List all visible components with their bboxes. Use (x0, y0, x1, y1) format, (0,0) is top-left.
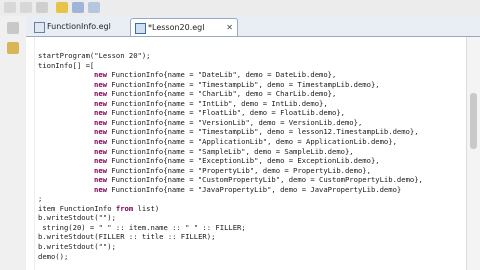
scrollbar-thumb[interactable] (470, 93, 477, 149)
view-strip (0, 16, 27, 270)
code-line: new FunctionInfo{name = "TimestampLib", … (94, 79, 380, 89)
code-line: new FunctionInfo{name = "ExceptionLib", … (94, 156, 380, 165)
code-line: new FunctionInfo{name = "IntLib", demo =… (94, 98, 328, 108)
previous-annotation-icon[interactable] (88, 2, 100, 13)
code-line: tionInfo[] =[ (38, 60, 95, 70)
vertical-scrollbar[interactable] (466, 37, 480, 270)
restore-view-icon[interactable] (7, 22, 19, 34)
code-line: new FunctionInfo{name = "CustomPropertyL… (94, 175, 423, 185)
code-line: new FunctionInfo{name = "CharLib", demo … (94, 89, 337, 99)
code-line: new FunctionInfo{name = "TimestampLib", … (94, 127, 419, 137)
code-line: new FunctionInfo{name = "PropertyLib", d… (94, 165, 371, 175)
code-line: ; (38, 194, 43, 204)
egl-file-icon (34, 22, 45, 33)
history-icon[interactable] (36, 2, 48, 13)
forward-icon[interactable] (20, 2, 32, 13)
code-line: b.writeStdout(""); (38, 242, 116, 251)
code-line: new FunctionInfo{name = "JavaPropertyLib… (94, 184, 402, 194)
toolbar (0, 0, 480, 17)
package-explorer-icon[interactable] (7, 42, 19, 54)
code-line: new FunctionInfo{name = "VersionLib", de… (94, 117, 363, 127)
editor-gutter (26, 37, 35, 270)
code-line: new FunctionInfo{name = "SampleLib", dem… (94, 146, 354, 156)
egl-file-icon (135, 23, 146, 34)
code-line: startProgram("Lesson 20"); (38, 51, 151, 60)
code-line: string(20) = " " :: item.name :: " " :: … (38, 222, 246, 232)
code-line: b.writeStdout(""); (38, 213, 116, 223)
code-line: new FunctionInfo{name = "ApplicationLib"… (94, 136, 397, 146)
close-tab-icon[interactable]: ✕ (226, 19, 233, 36)
code-editor[interactable]: startProgram("Lesson 20"); tionInfo[] =[… (26, 37, 466, 270)
tab-functioninfo[interactable]: FunctionInfo.egl (30, 18, 122, 35)
editor-tab-bar: FunctionInfo.egl *Lesson20.egl ✕ (26, 16, 480, 37)
code-line: item FunctionInfo from list) (38, 203, 160, 213)
back-icon[interactable] (4, 2, 16, 13)
tab-label: *Lesson20.egl (148, 23, 205, 32)
next-annotation-icon[interactable] (72, 2, 84, 13)
code-line: new FunctionInfo{name = "DateLib", demo … (94, 70, 337, 79)
code-line: b.writeStdout(FILLER :: title :: FILLER)… (38, 232, 216, 242)
bookmark-icon[interactable] (56, 2, 68, 13)
code-line: demo(); (38, 251, 69, 261)
code-line: new FunctionInfo{name = "FloatLib", demo… (94, 108, 345, 118)
tab-label: FunctionInfo.egl (47, 22, 111, 31)
tab-lesson20[interactable]: *Lesson20.egl ✕ (130, 18, 238, 36)
